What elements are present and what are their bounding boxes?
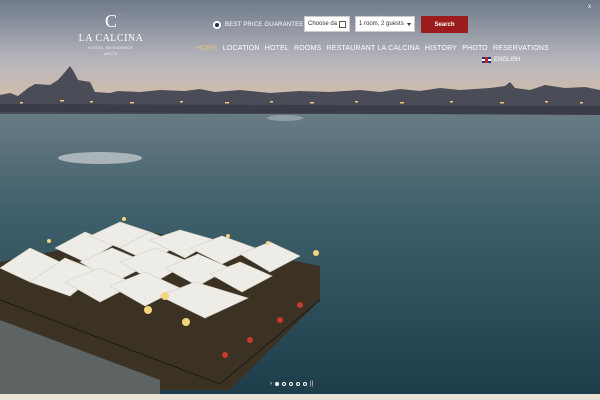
nav-item-reservations[interactable]: RESERVATIONS <box>493 45 549 52</box>
uk-flag-icon <box>482 57 491 63</box>
shield-icon <box>213 21 221 29</box>
guests-select[interactable]: 1 room, 2 guests <box>355 16 415 32</box>
pause-icon[interactable]: || <box>310 381 313 387</box>
logo-mark: C <box>104 11 117 31</box>
main-nav: HOME LOCATION HOTEL ROOMS RESTAURANT LA … <box>196 45 549 52</box>
nav-item-photo[interactable]: PHOTO <box>462 45 488 52</box>
nav-item-rooms[interactable]: ROOMS <box>294 45 321 52</box>
close-icon[interactable]: x <box>588 4 591 10</box>
language-label: ENGLISH <box>494 57 521 63</box>
best-price-badge: BEST PRICE GUARANTEED <box>213 19 308 31</box>
guests-value: 1 room, 2 guests <box>359 21 404 27</box>
date-placeholder: Choose da <box>308 21 338 27</box>
nav-item-restaurant[interactable]: RESTAURANT LA CALCINA <box>326 45 419 52</box>
hotel-logo[interactable]: C LA CALCINA HOTEL RESIDENCE ARCO <box>76 12 146 56</box>
logo-subtitle: HOTEL RESIDENCE <box>88 45 134 50</box>
slide-dot[interactable] <box>289 382 293 386</box>
language-switcher[interactable]: ENGLISH <box>482 57 520 63</box>
date-picker-field[interactable]: Choose da <box>304 16 350 32</box>
nav-item-history[interactable]: HISTORY <box>425 45 457 52</box>
nav-item-hotel[interactable]: HOTEL <box>265 45 289 52</box>
chevron-down-icon <box>407 22 411 26</box>
slide-dot[interactable] <box>282 382 286 386</box>
logo-name: LA CALCINA <box>78 33 144 44</box>
slide-dot[interactable] <box>275 382 279 386</box>
calendar-icon <box>339 20 346 28</box>
best-price-label: BEST PRICE GUARANTEED <box>225 22 309 28</box>
slide-dot[interactable] <box>303 382 307 386</box>
slider-controls: › || <box>270 381 313 387</box>
nav-item-location[interactable]: LOCATION <box>223 45 260 52</box>
nav-item-home[interactable]: HOME <box>196 45 218 52</box>
next-slide-icon[interactable]: › <box>270 381 272 387</box>
logo-subtitle-2: ARCO <box>104 51 118 56</box>
page-bottom-strip <box>0 394 600 400</box>
slide-dot[interactable] <box>296 382 300 386</box>
search-button[interactable]: Search <box>421 16 468 33</box>
